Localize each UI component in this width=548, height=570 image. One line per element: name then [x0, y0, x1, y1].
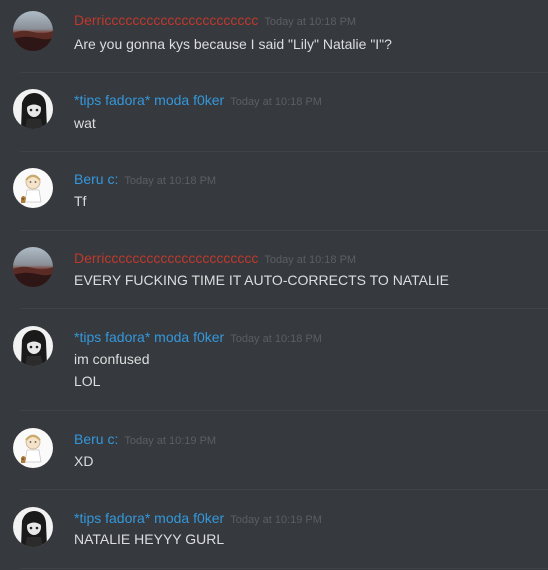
message-header: Derricccccccccccccccccccccc Today at 10:1…	[74, 249, 356, 269]
username[interactable]: Derricccccccccccccccccccccc	[74, 250, 258, 266]
message-divider	[20, 568, 548, 569]
avatar[interactable]	[13, 428, 53, 468]
message-divider	[20, 489, 548, 490]
message-text: Are you gonna kys because I said "Lily" …	[74, 36, 392, 52]
username[interactable]: *tips fadora* moda f0ker	[74, 92, 224, 108]
avatar[interactable]	[13, 326, 53, 366]
message-text: LOL	[74, 373, 101, 389]
message-divider	[20, 230, 548, 231]
timestamp: Today at 10:18 PM	[230, 333, 322, 345]
message-text: NATALIE HEYYY GURL	[74, 531, 225, 547]
username[interactable]: Beru c:	[74, 171, 118, 187]
message-divider	[20, 151, 548, 152]
message-text: EVERY FUCKING TIME IT AUTO-CORRECTS TO N…	[74, 272, 449, 288]
avatar[interactable]	[13, 11, 53, 51]
timestamp: Today at 10:19 PM	[124, 435, 217, 447]
message-header: *tips fadora* moda f0ker Today at 10:18 P…	[74, 328, 322, 348]
timestamp: Today at 10:18 PM	[124, 175, 217, 187]
username[interactable]: Derricccccccccccccccccccccc	[74, 12, 258, 28]
timestamp: Today at 10:18 PM	[230, 96, 322, 108]
avatar[interactable]	[13, 247, 53, 287]
message-text: Tf	[74, 193, 87, 209]
message-header: *tips fadora* moda f0ker Today at 10:19 P…	[74, 509, 322, 529]
message-text: wat	[74, 115, 96, 131]
avatar[interactable]	[13, 507, 53, 547]
message-header: Derricccccccccccccccccccccc Today at 10:1…	[74, 11, 356, 31]
username[interactable]: *tips fadora* moda f0ker	[74, 510, 224, 526]
message-divider	[20, 308, 548, 309]
message-divider	[20, 72, 548, 73]
message-header: Beru c: Today at 10:19 PM	[74, 430, 216, 450]
avatar[interactable]	[13, 168, 53, 208]
username[interactable]: Beru c:	[74, 431, 118, 447]
message-divider	[20, 410, 548, 411]
timestamp: Today at 10:18 PM	[264, 16, 357, 28]
chat-message-list: Derricccccccccccccccccccccc Today at 10:1…	[0, 0, 548, 570]
message-header: Beru c: Today at 10:18 PM	[74, 170, 216, 190]
message-text: im confused	[74, 351, 150, 367]
message-text: XD	[74, 453, 94, 469]
timestamp: Today at 10:19 PM	[230, 514, 322, 526]
timestamp: Today at 10:18 PM	[264, 254, 357, 266]
message-header: *tips fadora* moda f0ker Today at 10:18 P…	[74, 91, 322, 111]
avatar[interactable]	[13, 89, 53, 129]
username[interactable]: *tips fadora* moda f0ker	[74, 329, 224, 345]
